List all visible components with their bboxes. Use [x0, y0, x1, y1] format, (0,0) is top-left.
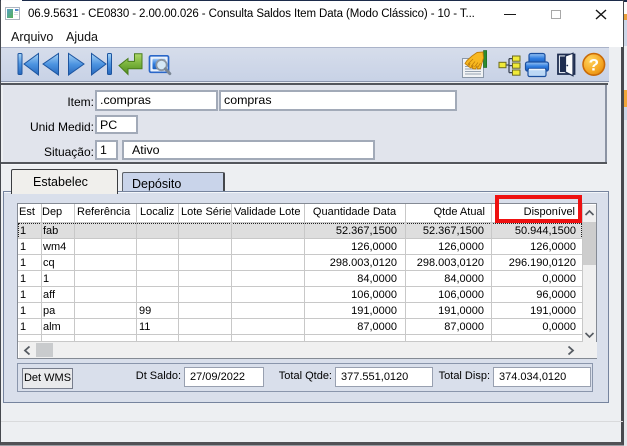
svg-text:?: ?	[589, 56, 599, 75]
